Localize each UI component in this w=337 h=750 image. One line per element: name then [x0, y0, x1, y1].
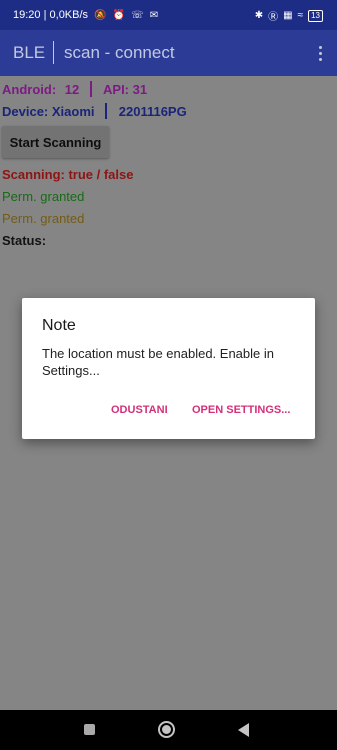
android-label: Android:: [2, 82, 57, 97]
title-separator: [53, 41, 54, 64]
network-speed: 0,0KB/s: [49, 9, 89, 21]
status-time: 19:20: [13, 9, 41, 21]
api-label: API:: [103, 82, 130, 97]
wifi-icon: ≈: [297, 10, 304, 21]
device-label: Device:: [2, 104, 49, 119]
mail-icon: ✉: [149, 10, 159, 21]
overflow-menu-icon[interactable]: [313, 41, 327, 65]
scanning-status: Scanning: true / false: [2, 167, 134, 182]
back-icon[interactable]: [238, 723, 249, 737]
status-right: ✱ Ⓡ ▦ ≈ 13: [255, 8, 323, 23]
row-separator: [89, 81, 92, 97]
bold-icon: Ⓡ: [268, 12, 279, 23]
status-bar: 19:20 | 0,0KB/s 🔕 ⏰ ☏ ✉ ✱ Ⓡ ▦ ≈ 13: [0, 0, 337, 30]
location-dialog: Note The location must be enabled. Enabl…: [22, 298, 315, 439]
home-icon[interactable]: [158, 721, 175, 738]
dialog-message: The location must be enabled. Enable in …: [42, 346, 274, 378]
device-info-row: Device: Xiaomi 2201116PG: [2, 103, 187, 119]
battery-icon: 13: [308, 9, 323, 22]
android-version: 12: [64, 82, 80, 97]
recents-icon[interactable]: [84, 724, 95, 735]
api-level: 31: [132, 82, 148, 97]
device-model: 2201116PG: [118, 104, 187, 119]
dialog-title: Note: [42, 317, 76, 334]
mute-bell-icon: 🔕: [94, 10, 107, 21]
app-bar: BLE scan - connect: [0, 30, 337, 76]
open-settings-button[interactable]: OPEN SETTINGS...: [192, 404, 290, 416]
device-brand: Xiaomi: [51, 104, 95, 119]
signal-icon: ▦: [283, 10, 293, 21]
bluetooth-icon: ✱: [254, 10, 264, 21]
status-left: 19:20 | 0,0KB/s 🔕 ⏰ ☏ ✉: [13, 9, 159, 21]
alarm-icon: ⏰: [112, 10, 126, 21]
cancel-button[interactable]: ODUSTANI: [111, 404, 168, 416]
permission-status-2: Perm. granted: [2, 211, 85, 226]
app-title: BLE: [13, 43, 46, 62]
viber-icon: ☏: [131, 10, 144, 21]
start-scanning-button[interactable]: Start Scanning: [2, 126, 109, 158]
android-info-row: Android: 12 API: 31: [2, 81, 147, 97]
row-separator: [105, 103, 108, 119]
status-label: Status:: [2, 233, 47, 248]
permission-status-1: Perm. granted: [2, 189, 85, 204]
navigation-bar: [0, 710, 337, 750]
app-subtitle: scan - connect: [64, 43, 175, 62]
